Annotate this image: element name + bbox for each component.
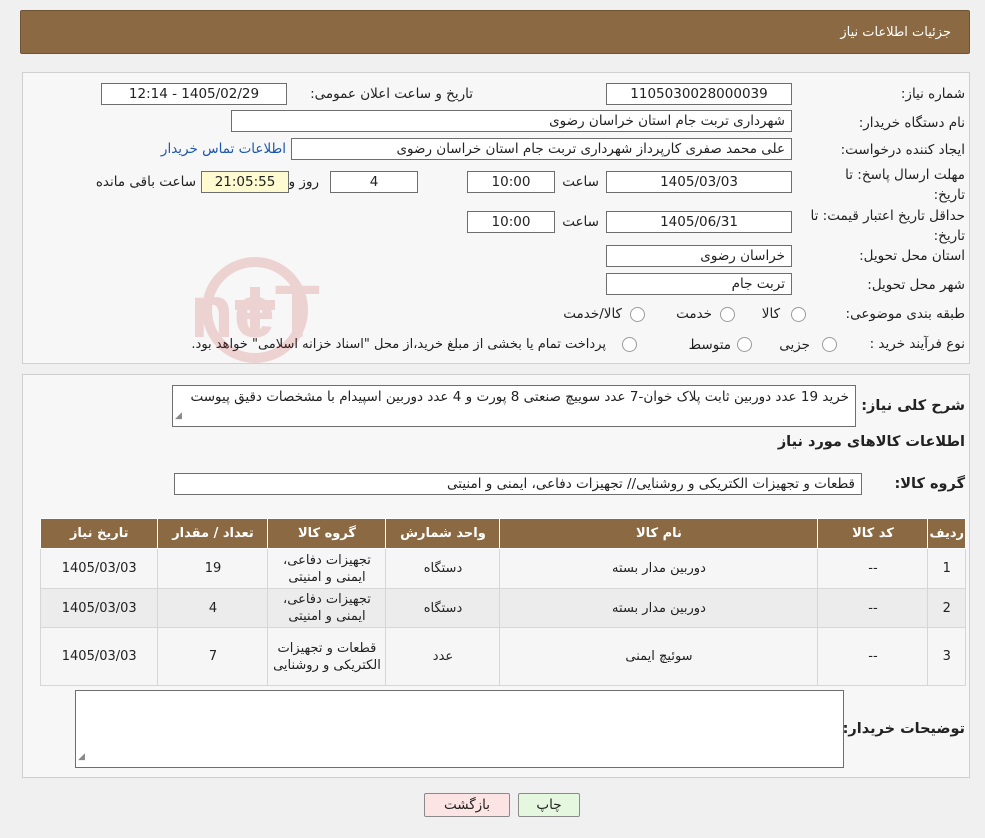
creator-label: ایجاد کننده درخواست: [840,142,965,158]
need-number-field: 1105030028000039 [606,83,792,105]
validity-time-field: 10:00 [467,211,555,233]
category-option-goods: کالا [761,306,780,322]
cell-quantity: 4 [157,588,269,628]
validity-time-label: ساعت [562,214,599,230]
group-label: گروه کالا: [894,476,965,492]
resize-grip-icon[interactable]: ◢ [78,748,85,766]
days-field: 4 [330,171,418,193]
cell-item-code: -- [817,627,929,686]
purchase-radio-medium[interactable] [737,337,752,352]
city-label: شهر محل تحویل: [867,277,965,293]
description-text: خرید 19 عدد دوربین ثابت پلاک خوان-7 عدد … [190,389,849,405]
announce-label: تاریخ و ساعت اعلان عمومی: [310,86,473,102]
cell-quantity: 19 [157,548,269,589]
province-field: خراسان رضوی [606,245,792,267]
deadline-time-label: ساعت [562,174,599,190]
deadline-time-field: 10:00 [467,171,555,193]
print-button[interactable]: چاپ [518,793,580,817]
announce-field: 1405/02/29 - 12:14 [101,83,287,105]
items-table-header-row: ردیف کد کالا نام کالا واحد شمارش گروه کا… [39,518,966,549]
deadline-label: مهلت ارسال پاسخ: تا تاریخ: [845,167,965,203]
buyer-notes-textarea[interactable]: ◢ [75,690,844,768]
col-unit: واحد شمارش [385,518,501,549]
category-option-goods-service: کالا/خدمت [563,306,622,322]
validity-label: حداقل تاریخ اعتبار قیمت: تا تاریخ: [810,208,965,244]
col-row-number: ردیف [927,518,966,549]
deadline-date-field: 1405/03/03 [606,171,792,193]
treasury-radio[interactable] [622,337,637,352]
cell-need-date: 1405/03/03 [39,548,159,589]
buyer-org-field: شهرداری تربت جام استان خراسان رضوی [231,110,792,132]
days-label: روز و [288,174,319,190]
items-table: ردیف کد کالا نام کالا واحد شمارش گروه کا… [39,518,966,686]
cell-item-group: تجهیزات دفاعی، ایمنی و امنیتی [267,588,387,628]
creator-field: علی محمد صفری کارپرداز شهرداری تربت جام … [291,138,792,160]
category-radio-service[interactable] [720,307,735,322]
purchase-option-medium: متوسط [688,337,731,353]
col-item-code: کد کالا [817,518,929,549]
description-label: شرح کلی نیاز: [861,398,965,414]
cell-item-code: -- [817,588,929,628]
col-need-date: تاریخ نیاز [39,518,159,549]
back-button[interactable]: بازگشت [424,793,510,817]
resize-grip-icon[interactable]: ◢ [175,407,182,425]
col-item-name: نام کالا [499,518,819,549]
cell-need-date: 1405/03/03 [39,588,159,628]
cell-row-number: 2 [927,588,966,628]
col-item-group: گروه کالا [267,518,387,549]
cell-row-number: 1 [927,548,966,589]
table-row: 1 -- دوربین مدار بسته دستگاه تجهیزات دفا… [39,548,966,589]
category-label: طبقه بندی موضوعی: [845,306,965,322]
buyer-contact-link[interactable]: اطلاعات تماس خریدار [161,141,286,157]
cell-quantity: 7 [157,627,269,686]
validity-date-field: 1405/06/31 [606,211,792,233]
category-option-service: خدمت [676,306,712,322]
purchase-type-label: نوع فرآیند خرید : [869,336,965,352]
items-section-title: اطلاعات کالاهای مورد نیاز [777,434,965,450]
table-row: 3 -- سوئیچ ایمنی عدد قطعات و تجهیزات الک… [39,627,966,686]
province-label: استان محل تحویل: [859,248,965,264]
cell-item-group: تجهیزات دفاعی، ایمنی و امنیتی [267,548,387,589]
remaining-time-field: 21:05:55 [201,171,289,193]
cell-item-name: دوربین مدار بسته [499,548,819,589]
description-textarea[interactable]: خرید 19 عدد دوربین ثابت پلاک خوان-7 عدد … [172,385,856,427]
page-title: جزئیات اطلاعات نیاز [840,24,951,40]
cell-need-date: 1405/03/03 [39,627,159,686]
col-quantity: تعداد / مقدار [157,518,269,549]
purchase-radio-minor[interactable] [822,337,837,352]
cell-item-name: سوئیچ ایمنی [499,627,819,686]
category-radio-goods[interactable] [791,307,806,322]
buyer-notes-label: توضیحات خریدار: [842,721,965,737]
purchase-note: پرداخت تمام یا بخشی از مبلغ خرید،از محل … [191,337,606,352]
remaining-label: ساعت باقی مانده [95,174,196,190]
cell-row-number: 3 [927,627,966,686]
city-field: تربت جام [606,273,792,295]
cell-item-code: -- [817,548,929,589]
cell-unit: دستگاه [385,588,501,628]
page-header: جزئیات اطلاعات نیاز [20,10,970,54]
cell-unit: عدد [385,627,501,686]
need-number-label: شماره نیاز: [900,86,965,102]
table-row: 2 -- دوربین مدار بسته دستگاه تجهیزات دفا… [39,588,966,628]
cell-unit: دستگاه [385,548,501,589]
buyer-org-label: نام دستگاه خریدار: [858,115,965,131]
group-field: قطعات و تجهیزات الکتریکی و روشنایی// تجه… [174,473,862,495]
purchase-option-minor: جزیی [779,337,810,353]
category-radio-goods-service[interactable] [630,307,645,322]
cell-item-group: قطعات و تجهیزات الکتریکی و روشنایی [267,627,387,686]
cell-item-name: دوربین مدار بسته [499,588,819,628]
